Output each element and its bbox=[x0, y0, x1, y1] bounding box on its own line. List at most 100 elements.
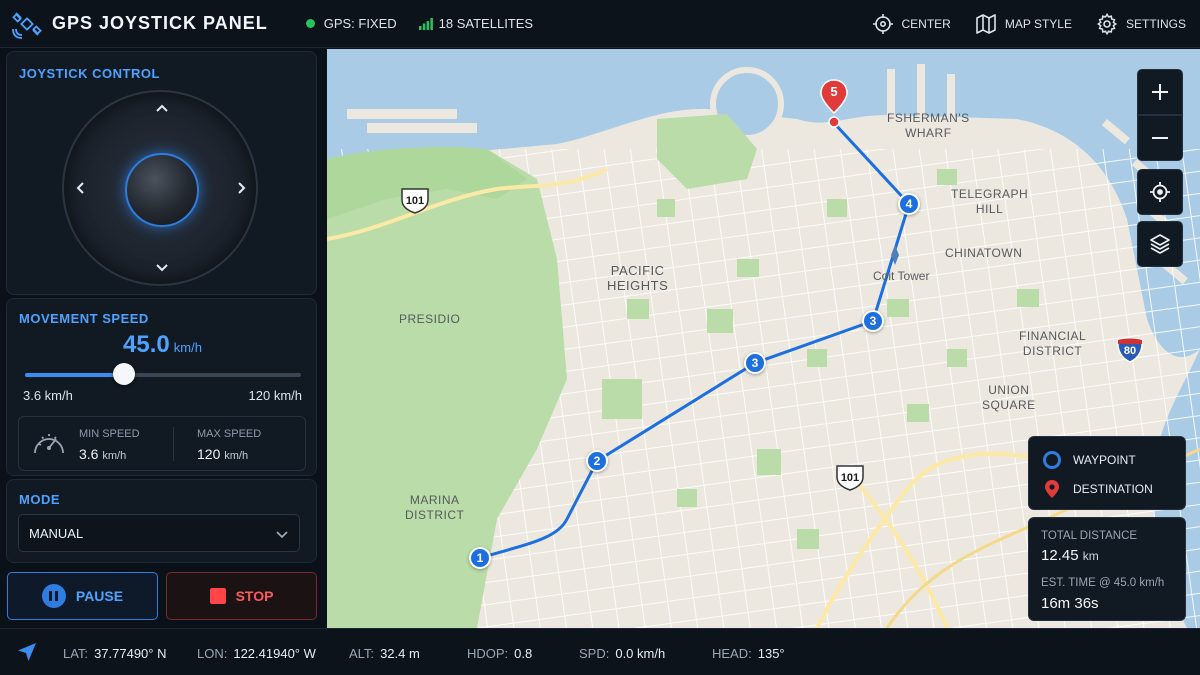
pause-button[interactable]: PAUSE bbox=[7, 572, 158, 620]
speedometer-icon bbox=[34, 434, 64, 454]
zoom-in-button[interactable] bbox=[1137, 69, 1183, 115]
map-label-chinatown: CHINATOWN bbox=[945, 246, 1023, 260]
max-speed-value: 120 bbox=[197, 446, 221, 462]
layers-button[interactable] bbox=[1137, 221, 1183, 267]
heading-value: 135° bbox=[757, 646, 785, 661]
mode-select[interactable]: MANUAL bbox=[18, 514, 300, 552]
latitude-readout: LAT: 37.77490° N bbox=[63, 646, 166, 661]
speed-limits: MIN SPEED 3.6 km/h MAX SPEED 120 km/h bbox=[18, 416, 306, 471]
legend-waypoint: WAYPOINT bbox=[1043, 451, 1136, 469]
map-label-marina-district: MARINA DISTRICT bbox=[405, 493, 465, 522]
pause-label: PAUSE bbox=[75, 588, 124, 604]
map-label-coit-tower: Coit Tower bbox=[873, 269, 930, 283]
mode-selected: MANUAL bbox=[29, 525, 84, 541]
latitude-label: LAT: bbox=[63, 646, 89, 661]
joystick-left-button[interactable] bbox=[70, 177, 92, 199]
map-icon bbox=[976, 13, 996, 34]
total-distance-readout: 12.45 km bbox=[1041, 547, 1099, 564]
settings-button[interactable]: SETTINGS bbox=[1096, 12, 1186, 35]
joystick-right-button[interactable] bbox=[230, 177, 252, 199]
top-bar: GPS JOYSTICK PANEL GPS: FIXED 18 SATELLI… bbox=[0, 0, 1200, 48]
highway-101-shield: 101 bbox=[399, 186, 431, 214]
altitude-label: ALT: bbox=[349, 646, 375, 661]
settings-label: SETTINGS bbox=[1125, 16, 1186, 31]
joystick-up-button[interactable] bbox=[151, 98, 173, 120]
map-style-button[interactable]: MAP STYLE bbox=[975, 13, 1072, 35]
trip-info: TOTAL DISTANCE 12.45 km EST. TIME @ 45.0… bbox=[1028, 517, 1186, 621]
waypoint-ring-icon bbox=[1043, 451, 1061, 469]
stop-icon bbox=[209, 588, 226, 604]
app-title: GPS JOYSTICK PANEL bbox=[52, 13, 268, 33]
stop-label: STOP bbox=[235, 588, 274, 604]
longitude-label: LON: bbox=[197, 646, 228, 661]
speed-value: 45.0 bbox=[123, 331, 170, 358]
map-label-telegraph-hill: TELEGRAPH HILL bbox=[951, 187, 1029, 216]
hdop-value: 0.8 bbox=[514, 646, 533, 661]
brand: GPS JOYSTICK PANEL bbox=[12, 9, 268, 39]
chevron-up-icon bbox=[156, 104, 168, 112]
map-label-fishermans-wharf: FSHERMAN'S WHARF bbox=[887, 111, 970, 140]
location-pin-icon bbox=[1045, 480, 1059, 498]
speed-title: MOVEMENT SPEED bbox=[19, 311, 149, 326]
heading-readout: HEAD: 135° bbox=[712, 646, 785, 661]
satellite-count-text: 18 SATELLITES bbox=[438, 16, 534, 31]
map-view[interactable]: FSHERMAN'S WHARF TELEGRAPH HILL CHINATOWN … bbox=[327, 49, 1200, 628]
gps-status-dot bbox=[305, 19, 315, 28]
satellite-icon bbox=[12, 11, 42, 39]
total-distance-value: 12.45 bbox=[1041, 547, 1079, 564]
waypoint-marker[interactable]: 2 bbox=[586, 450, 608, 472]
map-label-financial-district: FINANCIAL DISTRICT bbox=[1019, 329, 1087, 358]
interstate-80-label: 80 bbox=[1123, 345, 1137, 357]
destination-marker[interactable]: 5 bbox=[820, 79, 848, 129]
min-speed-value: 3.6 bbox=[79, 446, 99, 462]
joystick-pad[interactable] bbox=[62, 90, 258, 286]
joystick-knob[interactable] bbox=[125, 153, 199, 227]
longitude-readout: LON: 122.41940° W bbox=[197, 646, 316, 661]
mode-title: MODE bbox=[19, 492, 60, 507]
layers-icon bbox=[1150, 234, 1170, 254]
speed-slider[interactable] bbox=[25, 363, 301, 385]
zoom-out-button[interactable] bbox=[1137, 115, 1183, 161]
map-label-pacific-heights: PACIFIC HEIGHTS bbox=[607, 263, 669, 293]
center-button[interactable]: CENTER bbox=[872, 13, 951, 35]
crosshair-icon bbox=[1150, 182, 1170, 202]
highway-101-label: 101 bbox=[840, 472, 860, 484]
highway-101-label: 101 bbox=[405, 195, 425, 207]
speed-status-readout: SPD: 0.0 km/h bbox=[579, 646, 665, 661]
waypoint-marker[interactable]: 4 bbox=[898, 193, 920, 215]
stop-button[interactable]: STOP bbox=[166, 572, 317, 620]
speed-limits-divider bbox=[173, 427, 174, 461]
min-speed-readout: 3.6 km/h bbox=[79, 446, 126, 462]
legend-waypoint-label: WAYPOINT bbox=[1073, 453, 1136, 467]
max-speed-readout: 120 km/h bbox=[197, 446, 248, 462]
min-speed-label: MIN SPEED bbox=[79, 428, 140, 440]
map-label-union-square: UNION SQUARE bbox=[982, 383, 1036, 412]
hdop-label: HDOP: bbox=[467, 646, 509, 661]
est-time-value: 16m 36s bbox=[1041, 595, 1099, 612]
gps-status-text: GPS: FIXED bbox=[323, 16, 397, 31]
map-label-presidio: PRESIDIO bbox=[399, 312, 461, 326]
locate-button[interactable] bbox=[1137, 169, 1183, 215]
waypoint-marker[interactable]: 3 bbox=[862, 310, 884, 332]
signal-bars-icon bbox=[418, 17, 433, 30]
gps-status: GPS: FIXED bbox=[305, 16, 397, 31]
waypoint-marker[interactable]: 3 bbox=[744, 352, 766, 374]
chevron-left-icon bbox=[76, 182, 84, 194]
pause-icon bbox=[41, 584, 66, 608]
map-legend: WAYPOINT DESTINATION bbox=[1028, 436, 1186, 510]
speed-readout: 45.0 km/h bbox=[7, 331, 318, 359]
waypoint-marker[interactable]: 1 bbox=[469, 547, 491, 569]
joystick-down-button[interactable] bbox=[151, 256, 173, 278]
chevron-right-icon bbox=[238, 182, 246, 194]
total-distance-label: TOTAL DISTANCE bbox=[1041, 530, 1138, 542]
speed-slider-thumb[interactable] bbox=[113, 363, 136, 385]
minus-icon bbox=[1152, 137, 1168, 139]
heading-label: HEAD: bbox=[712, 646, 752, 661]
longitude-value: 122.41940° W bbox=[233, 646, 316, 661]
destination-label: 5 bbox=[830, 84, 838, 99]
speed-unit: km/h bbox=[173, 340, 202, 355]
header-actions: CENTER MAP STYLE SETTINGS bbox=[848, 12, 1186, 35]
altitude-value: 32.4 m bbox=[380, 646, 420, 661]
center-label: CENTER bbox=[901, 16, 951, 31]
speed-slider-fill bbox=[25, 373, 125, 377]
